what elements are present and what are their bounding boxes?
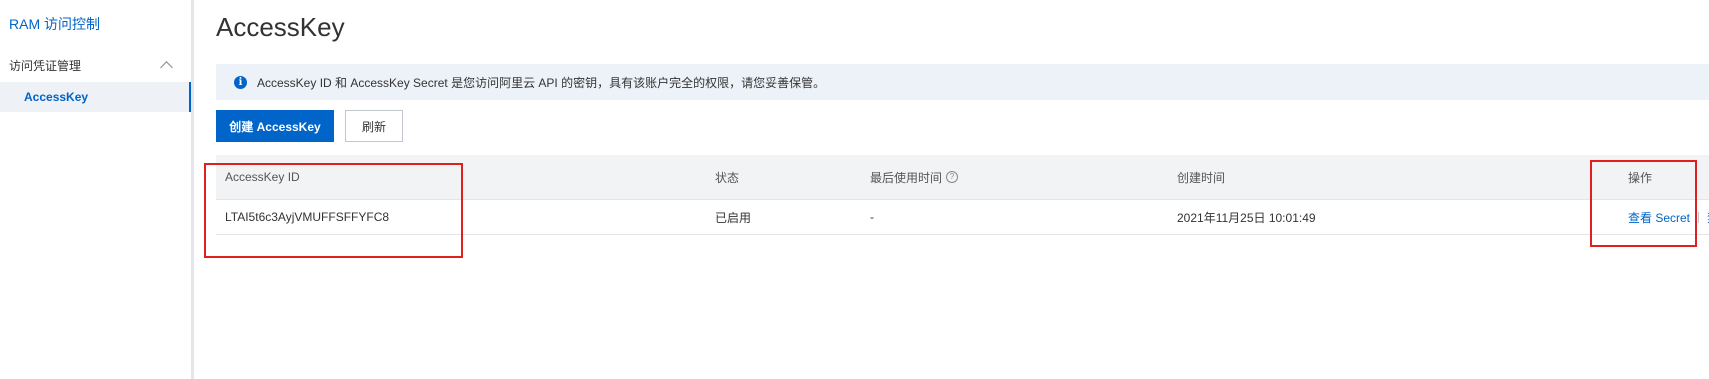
info-notice: i AccessKey ID 和 AccessKey Secret 是您访问阿里… [216, 64, 1709, 100]
action-separator [1698, 211, 1700, 223]
sidebar-item-label: AccessKey [24, 90, 89, 104]
refresh-button[interactable]: 刷新 [345, 110, 403, 142]
page-title: AccessKey [216, 12, 345, 42]
table-row: LTAI5t6c3AyjVMUFFSFFYFC8 已启用 - 2021年11月2… [216, 200, 1709, 235]
sidebar-item-accesskey[interactable]: AccessKey [0, 82, 191, 112]
status-cell: 已启用 [715, 210, 752, 225]
created-time-cell: 2021年11月25日 10:01:49 [1177, 210, 1316, 225]
column-header-id: AccessKey ID [225, 170, 300, 184]
view-secret-link[interactable]: 查看 Secret [1628, 209, 1690, 226]
table-header: AccessKey ID 状态 最后使用时间 ? 创建时间 操作 [216, 155, 1709, 200]
column-header-created: 创建时间 [1177, 170, 1226, 185]
accesskey-id-cell: LTAI5t6c3AyjVMUFFSFFYFC8 [225, 210, 390, 224]
chevron-up-icon[interactable] [160, 60, 173, 74]
last-used-cell: - [870, 210, 874, 224]
sidebar: RAM 访问控制 访问凭证管理 AccessKey [0, 0, 194, 379]
app-title[interactable]: RAM 访问控制 [9, 14, 100, 34]
nav-group-credentials[interactable]: 访问凭证管理 [0, 48, 191, 82]
create-accesskey-button[interactable]: 创建 AccessKey [216, 110, 334, 142]
info-icon: i [234, 75, 247, 89]
nav-group-label: 访问凭证管理 [9, 58, 82, 73]
column-header-last-used: 最后使用时间 ? [870, 155, 959, 199]
accesskey-table: AccessKey ID 状态 最后使用时间 ? 创建时间 操作 LTAI5t6… [216, 155, 1709, 235]
column-header-last-used-label: 最后使用时间 [870, 170, 943, 185]
actions-cell: 查看 Secret 禁 [1628, 200, 1709, 234]
help-icon[interactable]: ? [946, 171, 959, 183]
column-header-status: 状态 [715, 170, 740, 185]
notice-text: AccessKey ID 和 AccessKey Secret 是您访问阿里云 … [257, 75, 826, 90]
column-header-actions: 操作 [1628, 170, 1653, 185]
